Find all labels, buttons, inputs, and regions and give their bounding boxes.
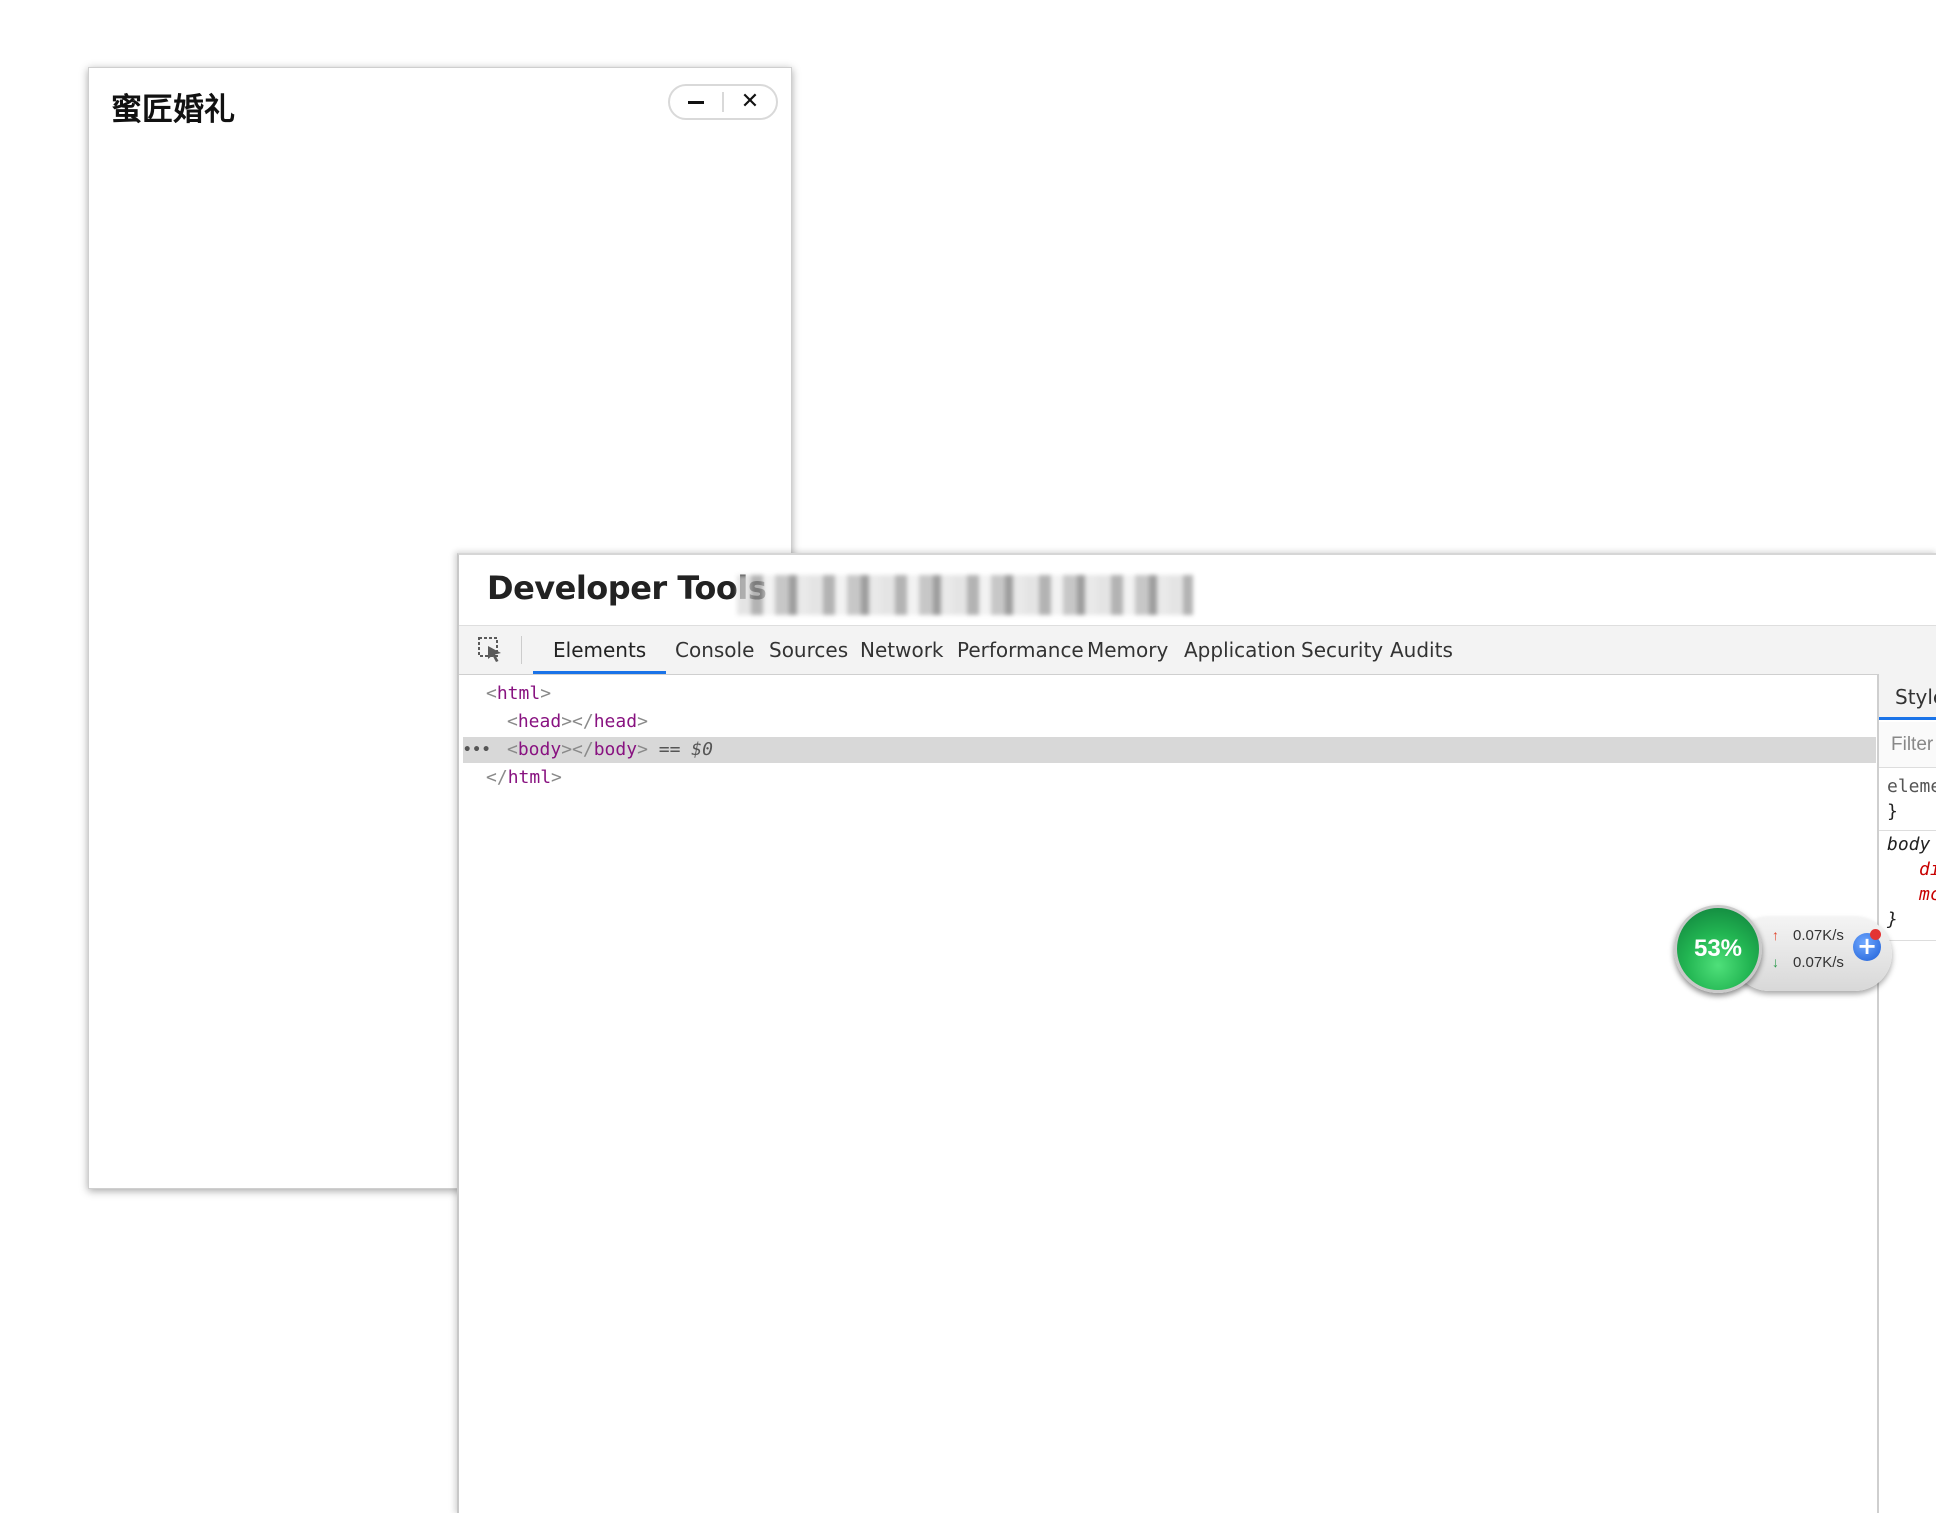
selected-node-marker: == $0 (647, 739, 713, 760)
minimize-button[interactable] (670, 86, 722, 118)
tab-styles[interactable]: Style (1879, 674, 1936, 720)
style-property[interactable]: di (1887, 857, 1936, 882)
app-title: 蜜匠婚礼 (111, 92, 235, 128)
toolbar-separator (521, 636, 522, 664)
capsule-menu: ✕ (668, 84, 778, 120)
tab-elements[interactable]: Elements (533, 626, 667, 674)
style-property[interactable]: mc (1887, 882, 1936, 907)
devtools-tabbar: Elements Console Sources Network Perform… (459, 625, 1936, 675)
close-button[interactable]: ✕ (724, 86, 776, 118)
dom-node-html-open[interactable]: <html> (486, 681, 551, 707)
close-icon: ✕ (740, 89, 760, 114)
more-actions-icon[interactable]: ••• (463, 737, 491, 763)
inspect-cursor-icon (478, 637, 501, 662)
devtools-window: Developer Tools Elements Console Sources… (457, 553, 1936, 1513)
elements-dom-tree: <html> <head></head> ••• <body></body> ==… (459, 674, 1876, 1513)
inspect-element-button[interactable] (477, 636, 505, 664)
styles-sidebar: Style Filter eleme } body di mc } (1877, 674, 1936, 1513)
dom-node-body-selected[interactable]: ••• <body></body> == $0 (463, 737, 1876, 763)
download-speed: ↓ 0.07K/s (1772, 954, 1844, 971)
tab-audits[interactable]: Audits (1370, 626, 1473, 674)
minus-icon (688, 100, 704, 104)
upload-speed: ↑ 0.07K/s (1772, 927, 1844, 944)
devtools-titlebar: Developer Tools (459, 555, 1936, 625)
download-arrow-icon: ↓ (1772, 954, 1779, 970)
upload-arrow-icon: ↑ (1772, 927, 1779, 943)
memory-usage-ball[interactable]: 53% (1674, 905, 1762, 993)
notification-dot (1870, 929, 1881, 940)
dom-node-html-close[interactable]: </html> (486, 765, 562, 791)
devtools-title: Developer Tools (487, 569, 767, 607)
styles-filter-input[interactable]: Filter (1879, 722, 1936, 768)
style-rule-element: eleme } (1879, 770, 1936, 831)
network-monitor-widget[interactable]: 53% ↑ 0.07K/s ↓ 0.07K/s + (1672, 905, 1892, 1007)
blurred-url (737, 575, 1193, 615)
dom-node-head[interactable]: <head></head> (507, 709, 648, 735)
